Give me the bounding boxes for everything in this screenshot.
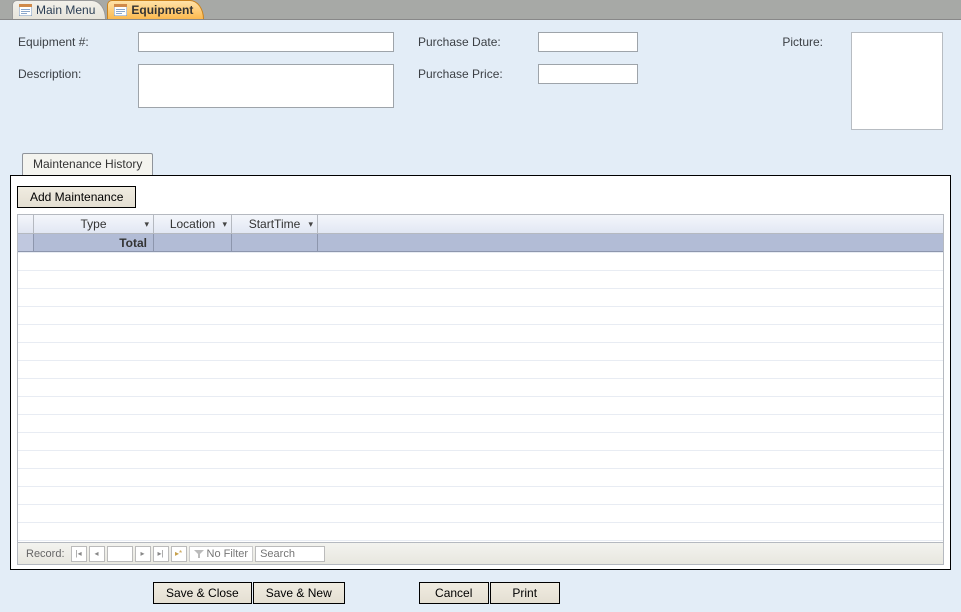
column-header-location[interactable]: Location ▾ <box>154 215 232 233</box>
form-icon <box>114 4 127 16</box>
print-button[interactable]: Print <box>490 582 560 604</box>
tab-equipment-label: Equipment <box>131 3 193 17</box>
purchase-date-label: Purchase Date: <box>418 32 538 49</box>
datasheet-header: Type ▾ Location ▾ StartTime ▾ <box>18 215 943 234</box>
nav-next-button[interactable]: ▸ <box>135 546 151 562</box>
tab-main-menu-label: Main Menu <box>36 3 95 17</box>
purchase-price-label: Purchase Price: <box>418 64 538 81</box>
total-label-cell: Total <box>34 234 154 251</box>
description-label: Description: <box>18 64 138 81</box>
window-tabstrip: Main Menu Equipment <box>0 0 961 20</box>
column-header-starttime[interactable]: StartTime ▾ <box>232 215 318 233</box>
column-header-type[interactable]: Type ▾ <box>34 215 154 233</box>
column-header-starttime-label: StartTime <box>249 217 301 231</box>
maintenance-datasheet: Type ▾ Location ▾ StartTime ▾ Total <box>17 214 944 565</box>
tab-equipment[interactable]: Equipment <box>107 0 204 19</box>
picture-box[interactable] <box>851 32 943 130</box>
description-input[interactable] <box>138 64 394 108</box>
picture-label: Picture: <box>782 32 823 49</box>
column-header-type-label: Type <box>80 217 106 231</box>
form-footer: Save & Close Save & New Cancel Print <box>0 576 961 612</box>
form-header: Equipment #: Purchase Date: Picture: Des… <box>0 20 961 153</box>
equipment-number-label: Equipment #: <box>18 32 138 49</box>
search-input[interactable] <box>255 546 325 562</box>
funnel-icon <box>194 549 204 559</box>
column-header-location-label: Location <box>170 217 215 231</box>
save-close-button[interactable]: Save & Close <box>153 582 252 604</box>
dropdown-icon[interactable]: ▾ <box>222 219 227 230</box>
select-all-corner[interactable] <box>18 215 34 233</box>
nav-prev-button[interactable]: ◂ <box>89 546 105 562</box>
total-location-cell <box>154 234 232 251</box>
nav-new-button[interactable]: ▸* <box>171 546 187 562</box>
record-label: Record: <box>22 548 69 560</box>
cancel-button[interactable]: Cancel <box>419 582 489 604</box>
tab-main-menu[interactable]: Main Menu <box>12 0 106 19</box>
purchase-price-input[interactable] <box>538 64 638 84</box>
datasheet-body[interactable] <box>18 252 943 542</box>
add-maintenance-button[interactable]: Add Maintenance <box>17 186 136 208</box>
row-selector[interactable] <box>18 234 34 251</box>
tab-maintenance-history[interactable]: Maintenance History <box>22 153 153 175</box>
no-filter-label: No Filter <box>207 548 249 560</box>
nav-last-button[interactable]: ▸| <box>153 546 169 562</box>
filter-indicator[interactable]: No Filter <box>189 546 254 562</box>
nav-first-button[interactable]: |◂ <box>71 546 87 562</box>
column-header-blank <box>318 215 943 233</box>
save-new-button[interactable]: Save & New <box>253 582 345 604</box>
record-navigator: Record: |◂ ◂ ▸ ▸| ▸* No Filter <box>18 542 943 564</box>
total-row: Total <box>18 234 943 252</box>
total-starttime-cell <box>232 234 318 251</box>
record-number-box[interactable] <box>107 546 133 562</box>
equipment-number-input[interactable] <box>138 32 394 52</box>
form-icon <box>19 4 32 16</box>
dropdown-icon[interactable]: ▾ <box>308 219 313 230</box>
purchase-date-input[interactable] <box>538 32 638 52</box>
dropdown-icon[interactable]: ▾ <box>144 219 149 230</box>
subform-container: Maintenance History Add Maintenance Type… <box>0 153 961 576</box>
